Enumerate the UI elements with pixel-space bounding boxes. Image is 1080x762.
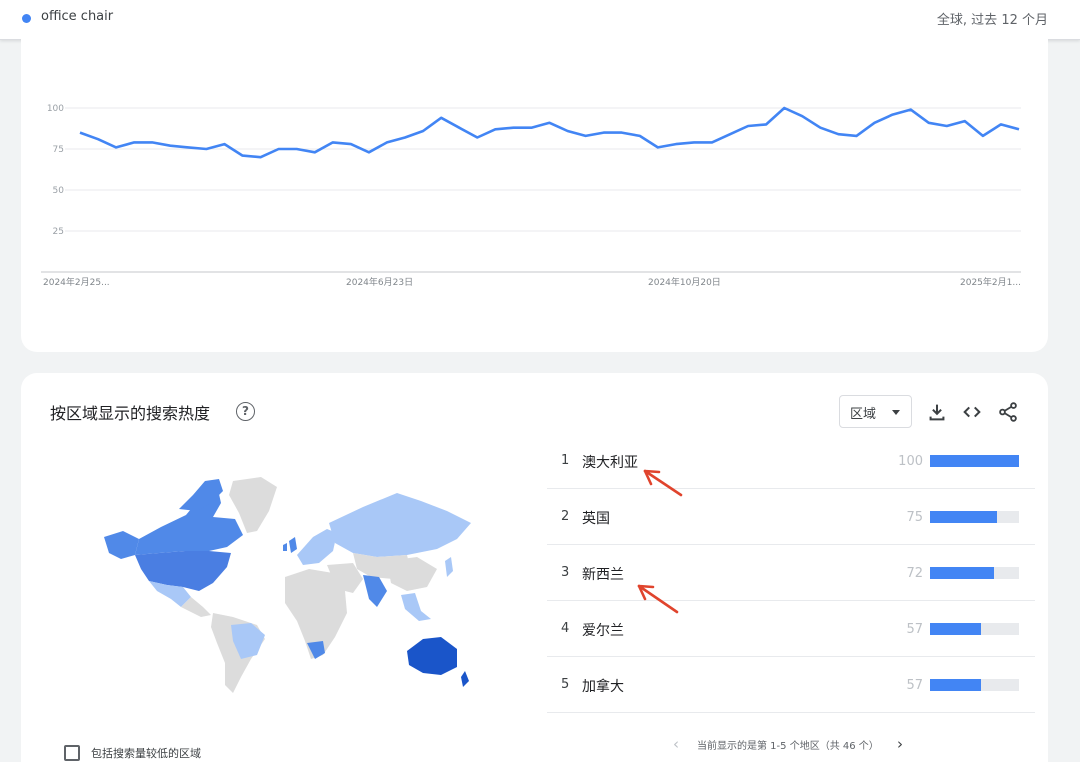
map-region-russia[interactable]	[329, 493, 471, 557]
region-name[interactable]: 英国	[582, 508, 610, 528]
region-select-value: 区域	[850, 407, 877, 422]
help-icon[interactable]: ?	[236, 402, 255, 421]
interest-bar-track	[930, 567, 1019, 579]
chevron-right-icon[interactable]: ›	[897, 735, 903, 753]
interest-value: 57	[906, 678, 923, 693]
x-tick-label: 2024年2月25...	[43, 276, 110, 288]
low-volume-label: 包括搜索量较低的区域	[91, 747, 201, 760]
chevron-left-icon[interactable]: ‹	[673, 735, 679, 753]
map-region-alaska[interactable]	[104, 531, 139, 559]
region-name[interactable]: 澳大利亚	[582, 452, 638, 472]
trend-series-line[interactable]	[79, 106, 1020, 159]
interest-value: 75	[906, 510, 923, 525]
interest-bar	[930, 455, 1019, 467]
map-region-canada[interactable]	[135, 485, 243, 555]
interest-bar	[930, 567, 995, 579]
map-region-southeast-asia[interactable]	[401, 593, 431, 621]
region-level-select[interactable]: 区域	[839, 395, 912, 428]
trend-chart: 100 75 50 25 2024年2月25... 2024年6月23日 2024年10月…	[41, 104, 1021, 288]
map-region-australia[interactable]	[407, 637, 457, 675]
x-tick-label: 2024年10月20日	[648, 276, 721, 288]
interest-value: 100	[898, 454, 923, 469]
y-tick-label: 75	[53, 145, 64, 155]
rank-number: 3	[561, 565, 570, 580]
list-item[interactable]: 2 英国 75	[547, 489, 1035, 545]
region-name[interactable]: 爱尔兰	[582, 620, 624, 640]
list-item[interactable]: 4 爱尔兰 57	[547, 601, 1035, 657]
scope-label: 全球, 过去 12 个月	[936, 13, 1048, 28]
interest-value: 57	[906, 622, 923, 637]
interest-bar-track	[930, 679, 1019, 691]
interest-bar	[930, 623, 981, 635]
world-map[interactable]	[101, 473, 481, 703]
region-ranking-list: 1 澳大利亚 100 2 英国 75 3 新西兰 72 4 爱尔兰 57 5 加…	[547, 433, 1035, 713]
rank-number: 4	[561, 621, 570, 636]
embed-icon[interactable]	[961, 401, 983, 423]
map-region-usa[interactable]	[135, 551, 231, 591]
trend-chart-card: 100 75 50 25 2024年2月25... 2024年6月23日 2024年10月…	[21, 38, 1048, 352]
pagination-status: 当前显示的是第 1-5 个地区（共 46 个）	[697, 741, 879, 752]
term-color-dot	[22, 14, 31, 23]
pagination: ‹ 当前显示的是第 1-5 个地区（共 46 个） ›	[671, 734, 921, 754]
region-name[interactable]: 新西兰	[582, 564, 624, 584]
top-bar: office chair 全球, 过去 12 个月	[0, 0, 1080, 40]
interest-bar	[930, 679, 981, 691]
list-item[interactable]: 1 澳大利亚 100	[547, 433, 1035, 489]
map-region-new-zealand[interactable]	[461, 671, 469, 687]
download-icon[interactable]	[926, 401, 948, 423]
map-region-japan[interactable]	[445, 557, 453, 577]
low-volume-checkbox[interactable]	[64, 745, 80, 761]
map-region-ireland[interactable]	[283, 543, 287, 551]
search-term-label[interactable]: office chair	[41, 9, 113, 24]
y-tick-label: 50	[53, 186, 65, 196]
list-item[interactable]: 5 加拿大 57	[547, 657, 1035, 713]
share-icon[interactable]	[997, 401, 1019, 423]
interest-bar-track	[930, 511, 1019, 523]
map-region-india[interactable]	[363, 575, 387, 607]
rank-number: 2	[561, 509, 570, 524]
y-tick-label: 25	[53, 227, 64, 237]
list-item[interactable]: 3 新西兰 72	[547, 545, 1035, 601]
region-section-title: 按区域显示的搜索热度	[50, 404, 211, 423]
interest-bar-track	[930, 455, 1019, 467]
interest-bar-track	[930, 623, 1019, 635]
rank-number: 1	[561, 453, 570, 468]
interest-value: 72	[906, 566, 923, 581]
x-tick-label: 2024年6月23日	[346, 276, 413, 288]
map-region-europe[interactable]	[297, 529, 337, 565]
interest-bar	[930, 511, 997, 523]
rank-number: 5	[561, 677, 570, 692]
y-tick-label: 100	[47, 104, 64, 114]
x-tick-label: 2025年2月1...	[960, 276, 1021, 288]
map-region-china[interactable]	[387, 557, 437, 591]
map-region-uk[interactable]	[289, 537, 297, 553]
caret-down-icon	[892, 410, 900, 415]
region-name[interactable]: 加拿大	[582, 676, 624, 696]
region-interest-card: 按区域显示的搜索热度 ? 区域 1 澳大利亚 100 2 英国 75 3 新西兰…	[21, 373, 1048, 762]
